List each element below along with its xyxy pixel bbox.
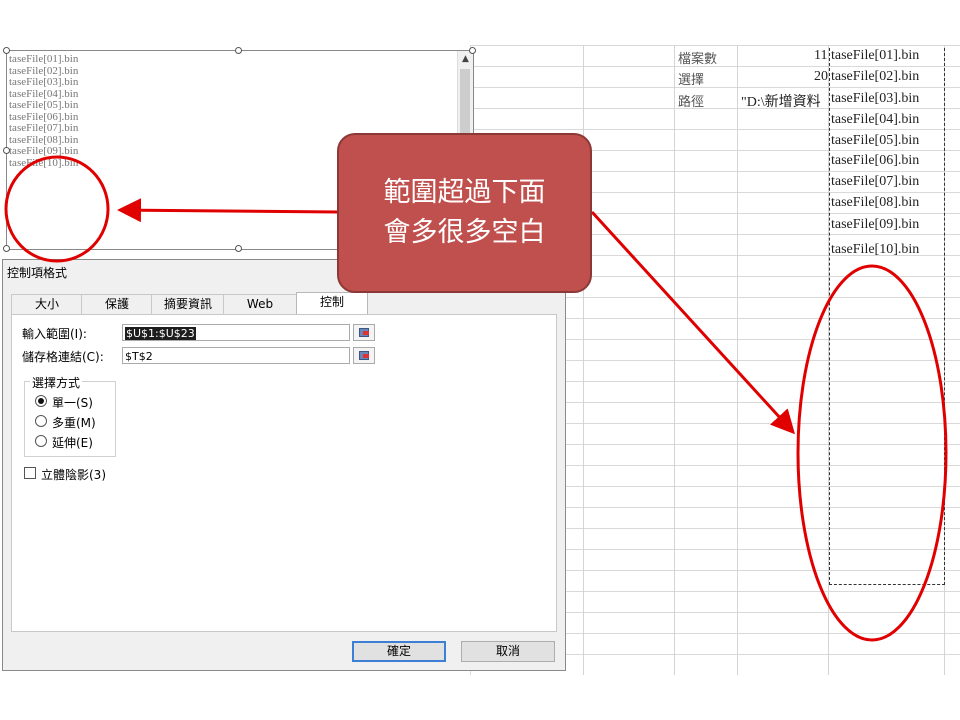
highlight-ellipse-range-bottom [796,264,948,642]
callout-box: 範圍超過下面 會多很多空白 [337,133,592,293]
arrow-to-listbox [117,198,339,223]
callout-line-2: 會多很多空白 [383,217,546,248]
highlight-ellipse-listbox-bottom [4,155,110,263]
callout-line-1: 範圍超過下面 [383,177,546,208]
annotation-overlay [4,155,948,642]
arrow-to-range [590,210,796,435]
